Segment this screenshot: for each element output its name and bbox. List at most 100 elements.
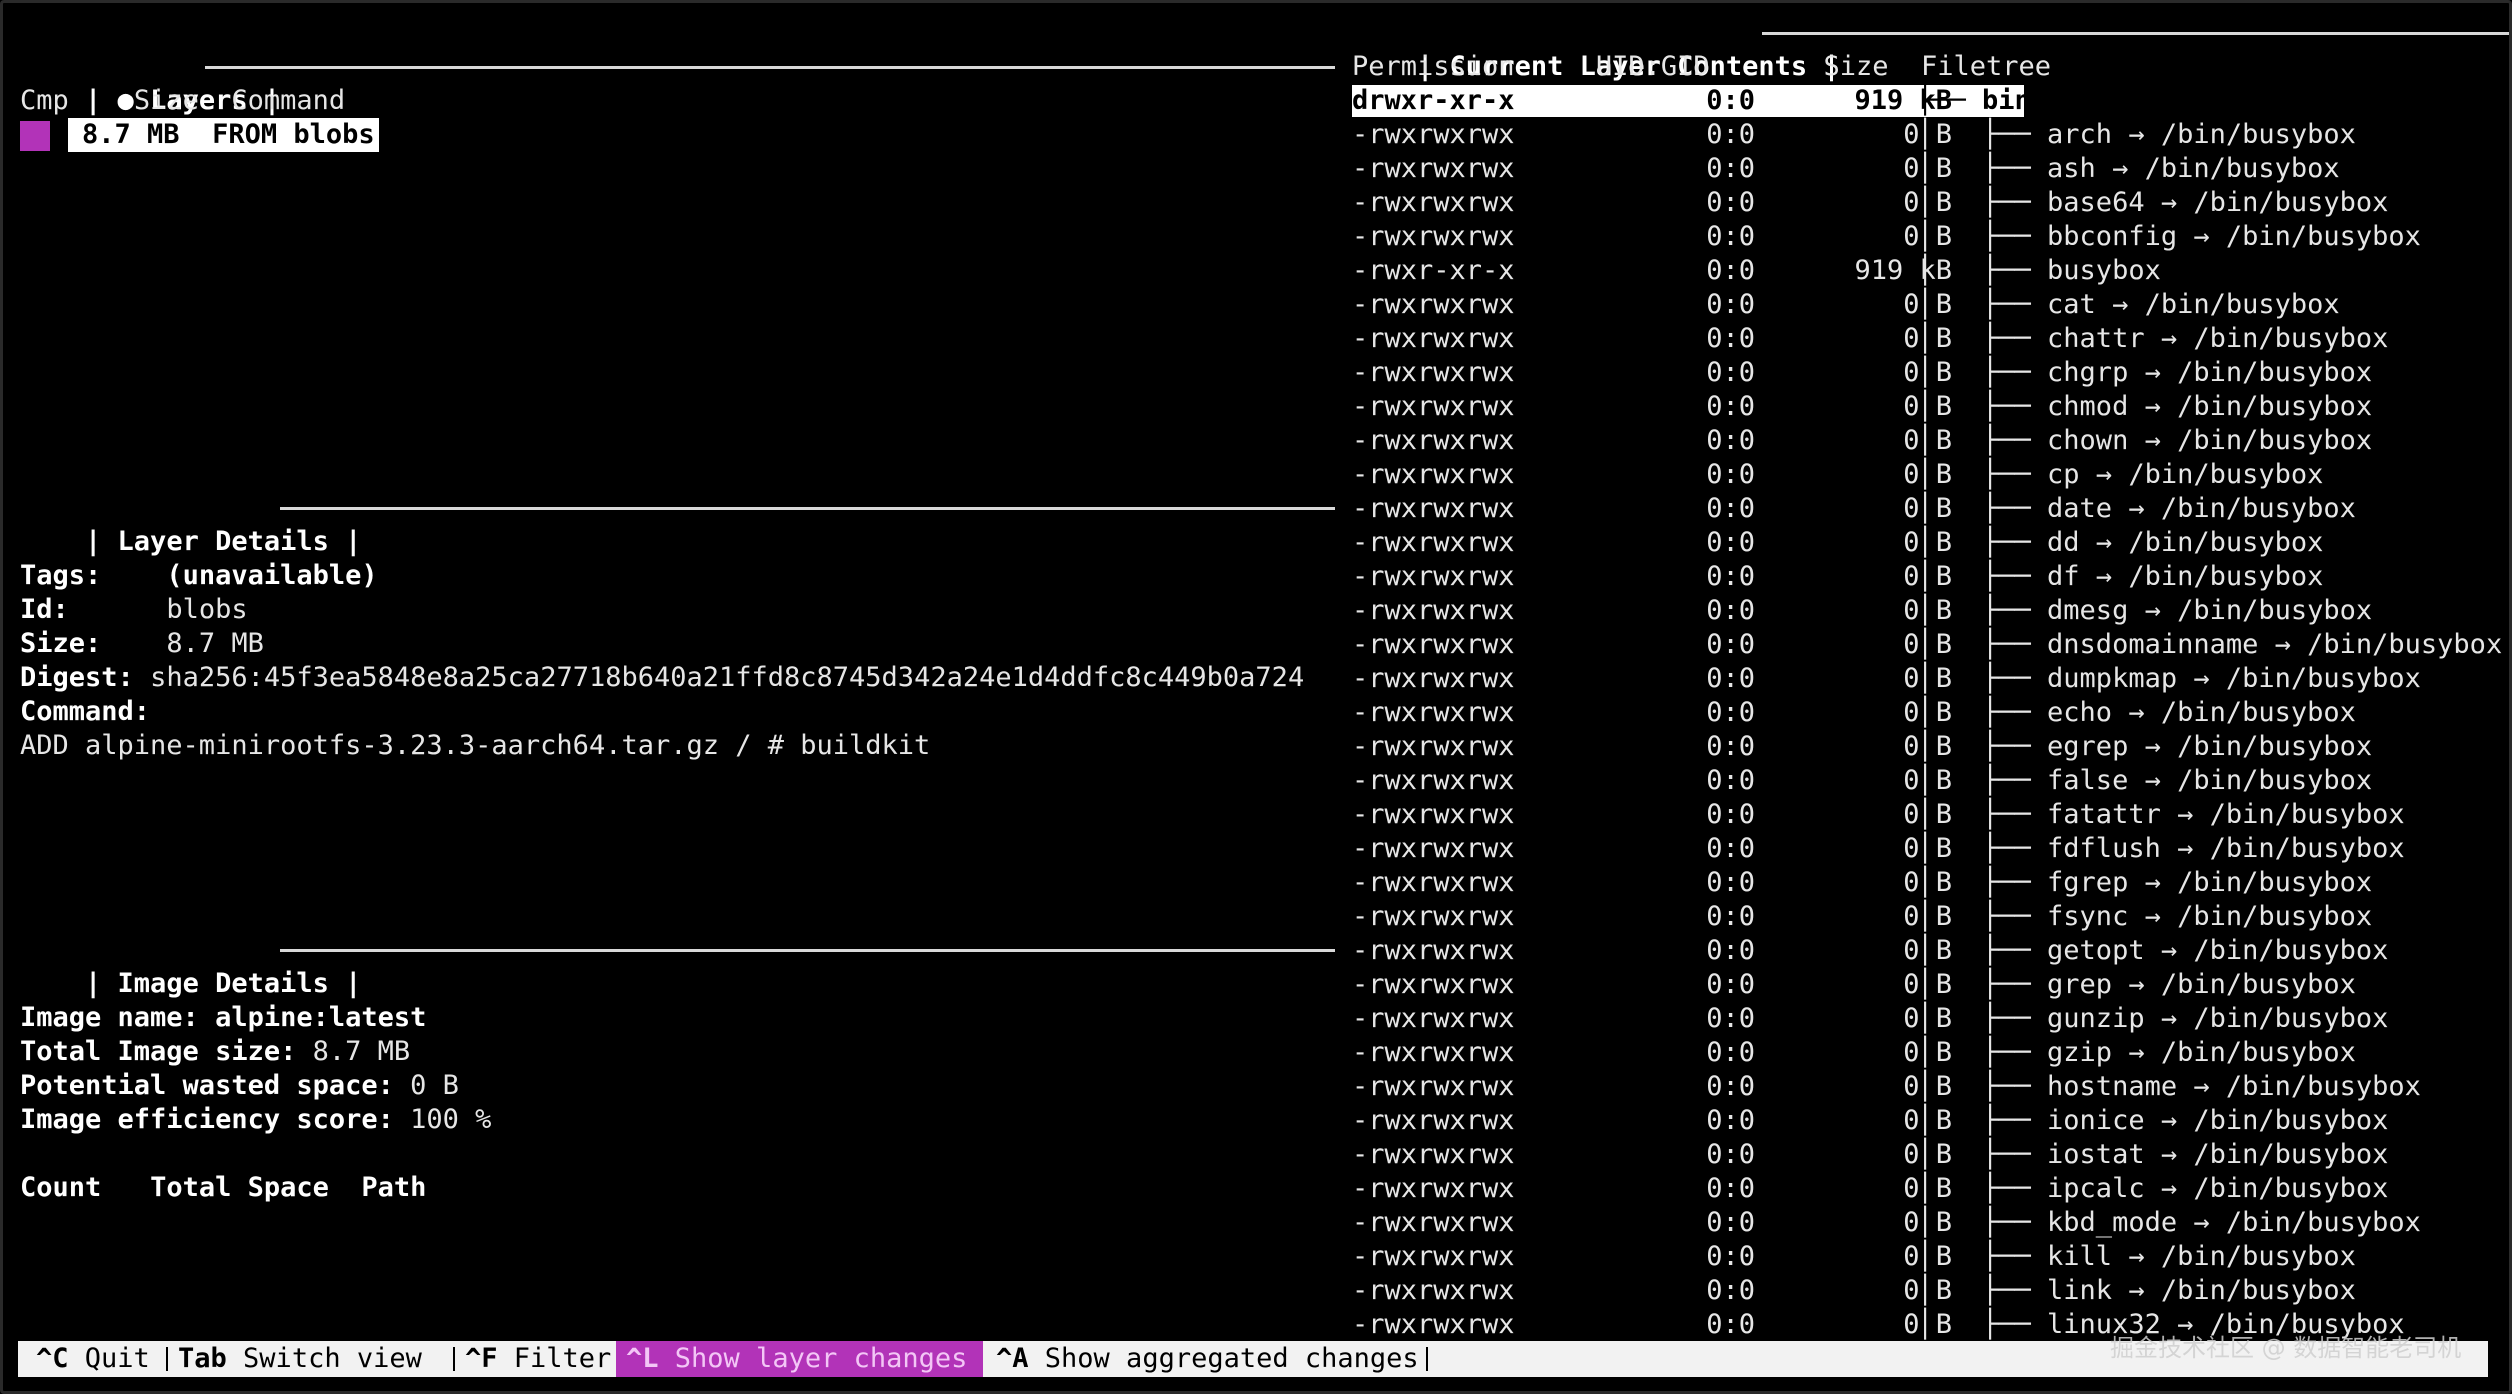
file-row[interactable]: -rwxrwxrwx 0:0 0 B │ ├── base64 → /bin/busy… — [1352, 186, 2512, 220]
file-uid-gid: 0:0 — [1706, 357, 1755, 388]
image-wasted-space: Potential wasted space: 0 B — [20, 1070, 459, 1101]
file-row[interactable]: -rwxrwxrwx 0:0 0 B │ ├── link → /bin/busybo… — [1352, 1274, 2512, 1308]
file-row[interactable]: -rwxr-xr-x 0:0 919 kB │ ├── busybox — [1352, 254, 2512, 288]
layer-row-selected[interactable]: 8.7 MB FROM blobs — [68, 118, 379, 152]
file-uid-gid: 0:0 — [1706, 629, 1755, 660]
file-tree-entry: │ ├── chmod → /bin/busybox — [1917, 391, 2373, 422]
file-permission: -rwxrwxrwx — [1352, 289, 1515, 320]
file-row[interactable]: -rwxrwxrwx 0:0 0 B │ ├── egrep → /bin/busyb… — [1352, 730, 2512, 764]
file-row[interactable]: -rwxrwxrwx 0:0 0 B │ ├── hostname → /bin/bu… — [1352, 1070, 2512, 1104]
file-tree-entry: │ ├── fatattr → /bin/busybox — [1917, 799, 2405, 830]
file-permission: -rwxrwxrwx — [1352, 969, 1515, 1000]
file-tree-entry: ├── bin — [1917, 85, 2031, 116]
file-row[interactable]: -rwxrwxrwx 0:0 0 B │ ├── echo → /bin/busybo… — [1352, 696, 2512, 730]
file-tree-entry: │ ├── chgrp → /bin/busybox — [1917, 357, 2373, 388]
file-row[interactable]: -rwxrwxrwx 0:0 0 B │ ├── chattr → /bin/busy… — [1352, 322, 2512, 356]
file-row[interactable]: -rwxrwxrwx 0:0 0 B │ ├── dumpkmap → /bin/bu… — [1352, 662, 2512, 696]
file-row[interactable]: -rwxrwxrwx 0:0 0 B │ ├── chmod → /bin/busyb… — [1352, 390, 2512, 424]
file-uid-gid: 0:0 — [1706, 595, 1755, 626]
file-row[interactable]: -rwxrwxrwx 0:0 0 B │ ├── kbd_mode → /bin/bu… — [1352, 1206, 2512, 1240]
file-row[interactable]: -rwxrwxrwx 0:0 0 B │ ├── gunzip → /bin/busy… — [1352, 1002, 2512, 1036]
layers-header-rule — [205, 66, 1335, 69]
filter-keybinding[interactable]: ^F Filter — [465, 1341, 611, 1377]
file-row[interactable]: -rwxrwxrwx 0:0 0 B │ ├── fgrep → /bin/busyb… — [1352, 866, 2512, 900]
file-permission: -rwxrwxrwx — [1352, 765, 1515, 796]
file-row[interactable]: drwxr-xr-x 0:0 919 kB ├── bin — [1352, 84, 2512, 118]
file-permission: -rwxrwxrwx — [1352, 119, 1515, 150]
terminal-screen: | ● Layers | Cmp Size Command 8.7 MB FRO… — [0, 0, 2512, 1394]
file-permission: -rwxrwxrwx — [1352, 1003, 1515, 1034]
file-tree-entry: │ ├── kbd_mode → /bin/busybox — [1917, 1207, 2421, 1238]
file-permission: -rwxrwxrwx — [1352, 391, 1515, 422]
file-permission: -rwxrwxrwx — [1352, 731, 1515, 762]
file-row[interactable]: -rwxrwxrwx 0:0 0 B │ ├── ipcalc → /bin/busy… — [1352, 1172, 2512, 1206]
statusbar-separator — [1426, 1347, 1428, 1371]
file-uid-gid: 0:0 — [1706, 221, 1755, 252]
file-row[interactable]: -rwxrwxrwx 0:0 0 B │ ├── cat → /bin/busybox — [1352, 288, 2512, 322]
file-permission: -rwxrwxrwx — [1352, 493, 1515, 524]
file-uid-gid: 0:0 — [1706, 1275, 1755, 1306]
file-row[interactable]: -rwxrwxrwx 0:0 0 B │ ├── gzip → /bin/busybo… — [1352, 1036, 2512, 1070]
file-row[interactable]: -rwxrwxrwx 0:0 0 B │ ├── cp → /bin/busybox — [1352, 458, 2512, 492]
contents-column-headers: Permission UID:GID Size Filetree — [1352, 50, 2051, 84]
file-permission: -rwxrwxrwx — [1352, 1275, 1515, 1306]
file-row[interactable]: -rwxrwxrwx 0:0 0 B │ ├── getopt → /bin/busy… — [1352, 934, 2512, 968]
switch-view-keybinding[interactable]: Tab Switch view — [178, 1341, 422, 1377]
detail-command-value: ADD alpine-minirootfs-3.23.3-aarch64.tar… — [20, 730, 931, 761]
file-uid-gid: 0:0 — [1706, 1207, 1755, 1238]
file-row[interactable]: -rwxrwxrwx 0:0 0 B │ ├── bbconfig → /bin/bu… — [1352, 220, 2512, 254]
file-uid-gid: 0:0 — [1706, 119, 1755, 150]
file-row[interactable]: -rwxrwxrwx 0:0 0 B │ ├── dd → /bin/busybox — [1352, 526, 2512, 560]
show-layer-changes-keybinding[interactable]: ^L Show layer changes — [616, 1341, 984, 1377]
file-tree-entry: │ ├── dnsdomainname → /bin/busybox — [1917, 629, 2503, 660]
file-row[interactable]: -rwxrwxrwx 0:0 0 B │ ├── df → /bin/busybox — [1352, 560, 2512, 594]
file-row[interactable]: -rwxrwxrwx 0:0 0 B │ ├── dmesg → /bin/busyb… — [1352, 594, 2512, 628]
file-row[interactable]: -rwxrwxrwx 0:0 0 B │ ├── ash → /bin/busybox — [1352, 152, 2512, 186]
file-tree-entry: │ ├── chattr → /bin/busybox — [1917, 323, 2389, 354]
file-row[interactable]: -rwxrwxrwx 0:0 0 B │ ├── dnsdomainname → /b… — [1352, 628, 2512, 662]
file-row[interactable]: -rwxrwxrwx 0:0 0 B │ ├── chgrp → /bin/busyb… — [1352, 356, 2512, 390]
file-row[interactable]: -rwxrwxrwx 0:0 0 B │ ├── grep → /bin/busybo… — [1352, 968, 2512, 1002]
file-uid-gid: 0:0 — [1706, 969, 1755, 1000]
file-permission: -rwxrwxrwx — [1352, 867, 1515, 898]
file-uid-gid: 0:0 — [1706, 901, 1755, 932]
file-uid-gid: 0:0 — [1706, 935, 1755, 966]
file-tree-entry: │ ├── bbconfig → /bin/busybox — [1917, 221, 2421, 252]
file-row[interactable]: -rwxrwxrwx 0:0 0 B │ ├── ionice → /bin/busy… — [1352, 1104, 2512, 1138]
file-permission: -rwxrwxrwx — [1352, 595, 1515, 626]
col-cmp: Cmp — [20, 85, 69, 116]
file-tree-entry: │ ├── cat → /bin/busybox — [1917, 289, 2340, 320]
file-row[interactable]: -rwxrwxrwx 0:0 0 B │ ├── fsync → /bin/busyb… — [1352, 900, 2512, 934]
show-aggregated-changes-keybinding[interactable]: ^A Show aggregated changes — [996, 1341, 1419, 1377]
file-row[interactable]: -rwxrwxrwx 0:0 0 B │ ├── arch → /bin/busybo… — [1352, 118, 2512, 152]
file-row[interactable]: -rwxrwxrwx 0:0 0 B │ ├── kill → /bin/busybo… — [1352, 1240, 2512, 1274]
file-row[interactable]: -rwxrwxrwx 0:0 0 B │ ├── iostat → /bin/busy… — [1352, 1138, 2512, 1172]
file-row[interactable]: -rwxrwxrwx 0:0 0 B │ ├── fdflush → /bin/bus… — [1352, 832, 2512, 866]
file-permission: -rwxrwxrwx — [1352, 153, 1515, 184]
file-tree-entry: │ ├── ash → /bin/busybox — [1917, 153, 2340, 184]
file-row[interactable]: -rwxrwxrwx 0:0 0 B │ ├── chown → /bin/busyb… — [1352, 424, 2512, 458]
col-size: Size — [1823, 51, 1889, 82]
file-uid-gid: 0:0 — [1706, 255, 1755, 286]
contents-header-rule — [1762, 32, 2512, 35]
file-uid-gid: 0:0 — [1706, 663, 1755, 694]
file-row[interactable]: -rwxrwxrwx 0:0 0 B │ ├── fatattr → /bin/bus… — [1352, 798, 2512, 832]
col-uid-gid: UID:GID — [1595, 51, 1710, 82]
file-row[interactable]: -rwxrwxrwx 0:0 0 B │ ├── date → /bin/busybo… — [1352, 492, 2512, 526]
file-tree-entry: │ ├── getopt → /bin/busybox — [1917, 935, 2389, 966]
file-uid-gid: 0:0 — [1706, 833, 1755, 864]
col-size: Size — [133, 85, 199, 116]
col-filetree: Filetree — [1920, 51, 2052, 82]
file-tree-entry: │ ├── busybox — [1917, 255, 2161, 286]
quit-keybinding[interactable]: ^C Quit — [36, 1341, 150, 1377]
file-uid-gid: 0:0 — [1706, 1139, 1755, 1170]
layer-command: FROM blobs — [212, 119, 375, 150]
file-tree-entry: │ ├── chown → /bin/busybox — [1917, 425, 2373, 456]
file-permission: -rwxrwxrwx — [1352, 425, 1515, 456]
file-uid-gid: 0:0 — [1706, 561, 1755, 592]
file-row[interactable]: -rwxrwxrwx 0:0 0 B │ ├── false → /bin/busyb… — [1352, 764, 2512, 798]
file-uid-gid: 0:0 — [1706, 867, 1755, 898]
file-permission: -rwxrwxrwx — [1352, 1105, 1515, 1136]
file-uid-gid: 0:0 — [1706, 425, 1755, 456]
file-uid-gid: 0:0 — [1706, 1003, 1755, 1034]
